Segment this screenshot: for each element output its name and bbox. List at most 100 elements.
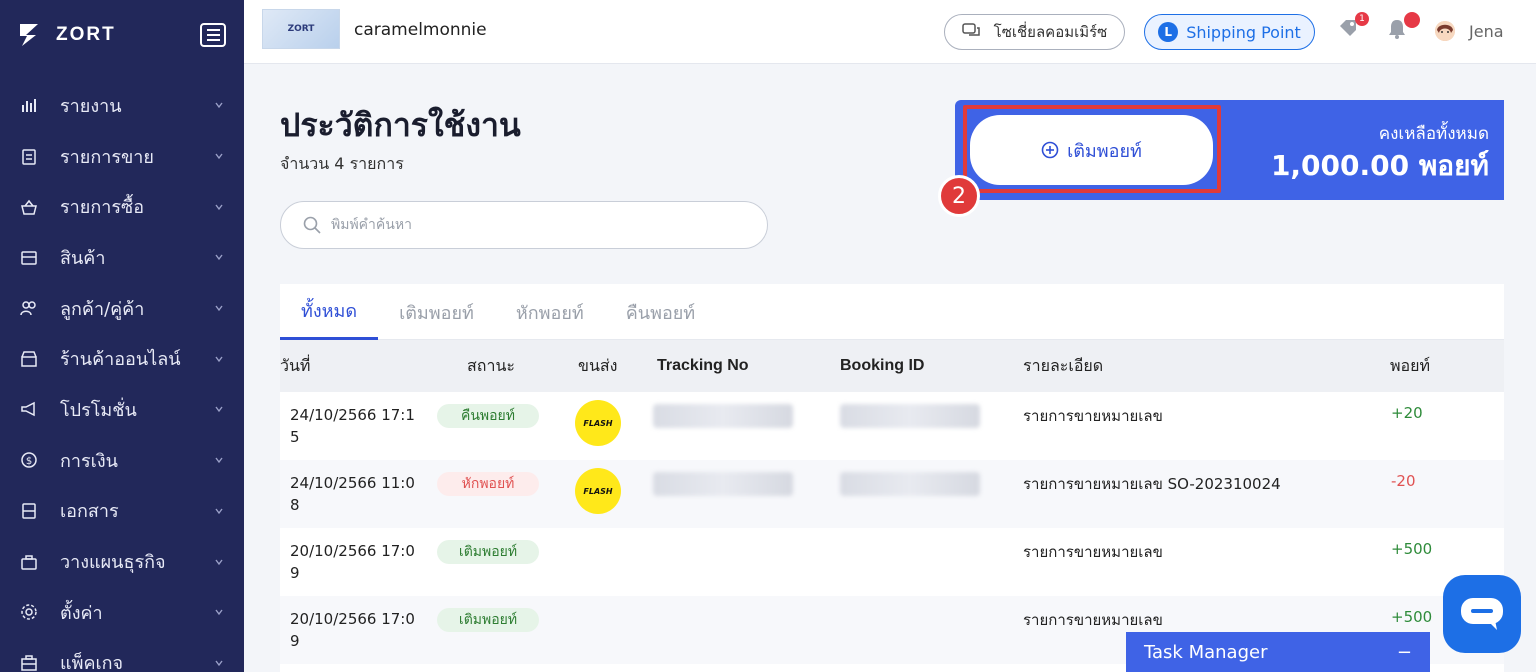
- package-icon: [21, 655, 37, 671]
- collapse-icon[interactable]: −: [1397, 642, 1412, 663]
- cell-date: 24/10/2566 17:1 5: [290, 404, 415, 448]
- chat-bubble-icon: [1461, 598, 1503, 630]
- cell-date: 24/10/2566 11:0 8: [290, 472, 415, 516]
- sidebar-item[interactable]: ตั้งค่า: [0, 587, 244, 638]
- history-table-card: ทั้งหมด เติมพอยท์ หักพอยท์ คืนพอยท์ วันที่ …: [280, 284, 1504, 672]
- sidebar-item-label: เอกสาร: [60, 501, 119, 523]
- task-manager-bar[interactable]: Task Manager −: [1126, 632, 1430, 672]
- svg-text:$: $: [26, 456, 32, 467]
- sidebar: ZORT รายงาน รายการขาย รายการซื้อ สินค้า ลูกค…: [0, 0, 244, 672]
- sidebar-item[interactable]: วางแผนธุรกิจ: [0, 536, 244, 587]
- clipboard-icon: [22, 149, 36, 165]
- cell-date-line2: 9: [290, 632, 300, 650]
- sidebar-item[interactable]: โปรโมชั่น: [0, 384, 244, 435]
- status-badge: หักพอยท์: [437, 472, 539, 496]
- shop-thumbnail[interactable]: ZORT: [262, 9, 340, 49]
- header-booking-id: Booking ID: [840, 357, 925, 374]
- cell-date-line1: 20/10/2566 17:0: [290, 610, 415, 628]
- record-count: จำนวน 4 รายการ: [280, 154, 404, 173]
- table-header: วันที่ สถานะ ขนส่ง Tracking No Booking I…: [280, 340, 1504, 392]
- sidebar-menu: รายงาน รายการขายรายการซื้อสินค้า ลูกค้า/คู…: [0, 80, 244, 672]
- header-status: สถานะ: [467, 355, 515, 375]
- search-icon: [303, 216, 321, 234]
- dollar-icon: $: [21, 452, 37, 468]
- cell-points: -20: [1391, 472, 1416, 490]
- chevron-down-icon: [215, 102, 223, 109]
- avatar-face-icon: [1435, 21, 1455, 41]
- header-detail: รายละเอียด: [1023, 355, 1104, 375]
- balance-value: 1,000.00 พอยท์: [1270, 149, 1489, 182]
- user-name[interactable]: Jena: [1469, 22, 1504, 41]
- sidebar-item[interactable]: รายการซื้อ: [0, 181, 244, 232]
- top-up-points-button[interactable]: เติมพอยท์: [970, 115, 1213, 185]
- sidebar-item-label: รายการซื้อ: [60, 197, 145, 219]
- chat-support-button[interactable]: [1443, 575, 1521, 653]
- flash-express-logo: FLASH: [575, 400, 621, 446]
- topbar: ZORT caramelmonnie โซเชี่ยลคอมเมิร์ซ L S…: [244, 0, 1536, 64]
- chevron-down-icon: [215, 457, 223, 464]
- briefcase-icon: [21, 554, 37, 570]
- bar-chart-icon: [22, 99, 36, 113]
- tracking-redacted: [653, 404, 793, 428]
- social-commerce-button[interactable]: โซเชี่ยลคอมเมิร์ซ: [944, 14, 1125, 50]
- tab-bar: ทั้งหมด เติมพอยท์ หักพอยท์ คืนพอยท์: [280, 284, 1504, 340]
- sidebar-item-label: โปรโมชั่น: [60, 399, 137, 421]
- avatar[interactable]: [1435, 21, 1455, 41]
- task-manager-label: Task Manager: [1144, 641, 1268, 663]
- status-badge: คืนพอยท์: [437, 404, 539, 428]
- chevron-down-icon: [215, 254, 223, 261]
- cell-date-line2: 5: [290, 428, 300, 446]
- hamburger-menu-icon[interactable]: [200, 23, 226, 47]
- sidebar-item-label: การเงิน: [60, 450, 118, 472]
- sidebar-item[interactable]: $ การเงิน: [0, 435, 244, 486]
- sidebar-item[interactable]: สินค้า: [0, 232, 244, 283]
- tab-1[interactable]: เติมพอยท์: [378, 284, 495, 340]
- sidebar-item[interactable]: เอกสาร: [0, 486, 244, 537]
- page-title: ประวัติการใช้งาน: [280, 106, 521, 144]
- tags-notification-badge: 1: [1355, 12, 1369, 26]
- sidebar-item[interactable]: ลูกค้า/คู่ค้า: [0, 283, 244, 334]
- cell-points: +20: [1391, 404, 1423, 422]
- search-input[interactable]: [331, 217, 731, 233]
- header-tracking-no: Tracking No: [657, 357, 749, 374]
- users-icon: [20, 301, 36, 316]
- cell-date-line1: 24/10/2566 11:0: [290, 474, 415, 492]
- tab-3[interactable]: คืนพอยท์: [605, 284, 716, 340]
- shop-name[interactable]: caramelmonnie: [354, 20, 487, 40]
- tracking-redacted: [653, 472, 793, 496]
- sidebar-item[interactable]: รายงาน: [0, 80, 244, 131]
- status-badge: เติมพอยท์: [437, 608, 539, 632]
- cell-points: +500: [1391, 540, 1433, 558]
- chevron-down-icon: [215, 153, 223, 160]
- header-date: วันที่: [280, 355, 311, 375]
- search-box: [280, 201, 768, 249]
- sidebar-item[interactable]: แพ็คเกจ: [0, 638, 244, 672]
- shop-thumbnail-text: ZORT: [287, 24, 315, 34]
- social-commerce-label: โซเชี่ยลคอมเมิร์ซ: [993, 23, 1108, 41]
- megaphone-icon: [21, 402, 35, 417]
- table-body: 24/10/2566 17:1 5 คืนพอยท์ FLASH รายการขายหม…: [280, 392, 1504, 664]
- cell-detail: รายการขายหมายเลข: [1023, 611, 1163, 629]
- plus-circle-icon: [1041, 141, 1059, 159]
- table-row[interactable]: 20/10/2566 17:0 9 เติมพอยท์ รายการขายหมายเล…: [280, 528, 1504, 596]
- status-badge: เติมพอยท์: [437, 540, 539, 564]
- shipping-point-icon: L: [1158, 22, 1179, 42]
- booking-redacted: [840, 404, 980, 428]
- sidebar-item-label: ร้านค้าออนไลน์: [60, 349, 181, 371]
- cell-points: +500: [1391, 608, 1433, 626]
- chevron-down-icon: [215, 559, 223, 565]
- chevron-down-icon: [215, 305, 223, 312]
- table-row[interactable]: 24/10/2566 17:1 5 คืนพอยท์ FLASH รายการขายหม…: [280, 392, 1504, 460]
- table-row[interactable]: 24/10/2566 11:0 8 หักพอยท์ FLASH รายการขายหม…: [280, 460, 1504, 528]
- shipping-point-button[interactable]: L Shipping Point: [1144, 14, 1315, 50]
- header-points: พอยท์: [1390, 355, 1431, 375]
- basket-icon: [21, 199, 37, 215]
- tab-0[interactable]: ทั้งหมด: [280, 284, 379, 340]
- cell-date-line2: 8: [290, 496, 300, 514]
- cell-date: 20/10/2566 17:0 9: [290, 608, 415, 652]
- sidebar-item[interactable]: รายการขาย: [0, 131, 244, 182]
- sidebar-item[interactable]: ร้านค้าออนไลน์: [0, 333, 244, 384]
- sidebar-item-label: แพ็คเกจ: [60, 653, 124, 672]
- tab-2[interactable]: หักพอยท์: [495, 284, 605, 340]
- cell-detail: รายการขายหมายเลข: [1023, 407, 1163, 425]
